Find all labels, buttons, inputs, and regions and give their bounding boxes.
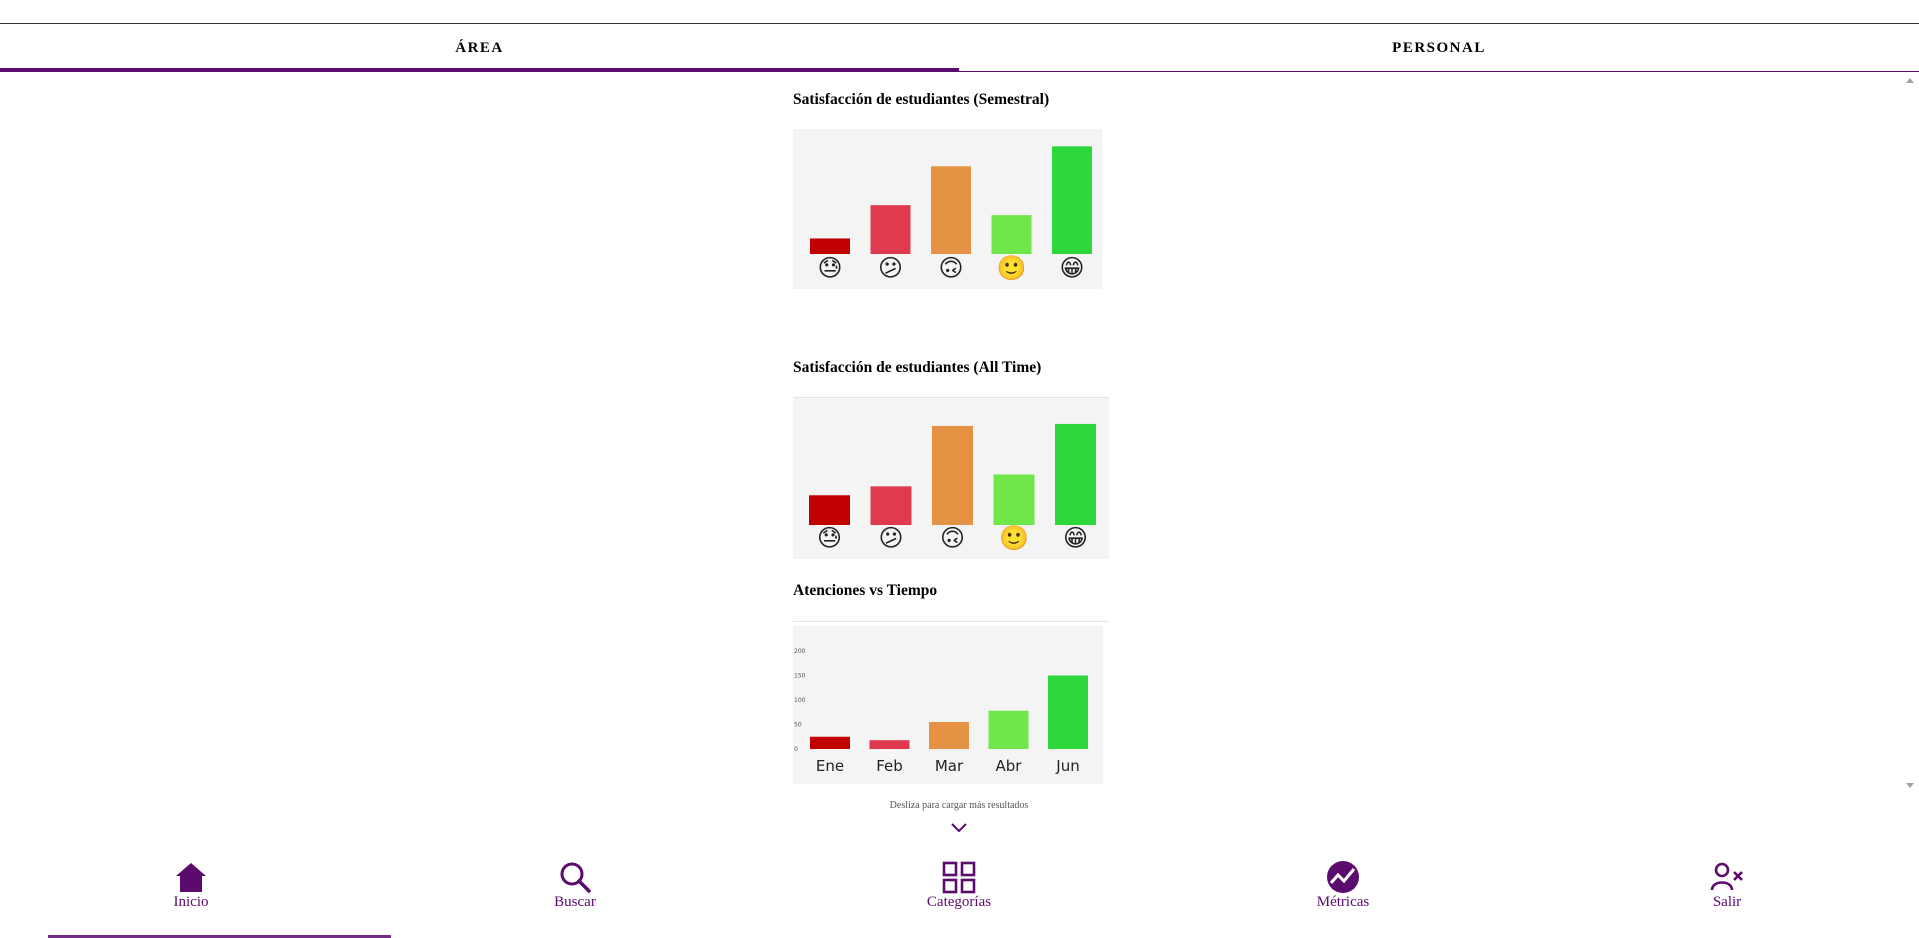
chart-bar: [810, 736, 850, 749]
active-tab-indicator: [0, 68, 959, 72]
nav-inicio[interactable]: Inicio: [116, 860, 266, 911]
emoji-category-label: 😁: [1059, 254, 1084, 282]
tab-bar: ÁREA PERSONAL: [0, 24, 1919, 73]
chart-semestral-svg: 😓 😕 🙃 🙂 😁: [810, 146, 1092, 282]
chevron-down-icon[interactable]: [950, 822, 968, 834]
chart-bar: [810, 238, 850, 254]
emoji-category-label: 😓: [817, 254, 842, 282]
y-tick-label: 200: [794, 648, 806, 655]
x-tick-label: Jun: [1055, 757, 1079, 775]
scroll-down-arrow-icon[interactable]: [1906, 783, 1914, 788]
chart-bar: [929, 722, 969, 749]
chart-bar: [869, 740, 910, 749]
emoji-category-label: 😕: [878, 254, 903, 282]
scrollbar[interactable]: [1902, 74, 1919, 792]
x-tick-label: Feb: [876, 757, 903, 775]
chart-top-divider-2: [793, 621, 1109, 622]
bottom-nav: Inicio Buscar Categorías Métricas Salir: [0, 860, 1919, 938]
nav-label-metricas: Métricas: [1316, 894, 1370, 910]
tab-personal[interactable]: PERSONAL: [959, 24, 1919, 72]
chart-atenciones: 0 50 100 150 200 Ene Feb Mar Abr Jun: [793, 626, 1103, 784]
nav-label-categorias: Categorías: [926, 894, 992, 910]
chart-semestral: 😓 😕 🙃 🙂 😁: [793, 129, 1102, 289]
nav-salir[interactable]: Salir: [1652, 860, 1802, 911]
tab-area[interactable]: ÁREA: [0, 24, 959, 72]
emoji-category-label: 🙃: [938, 254, 963, 282]
y-tick-label: 0: [794, 746, 798, 753]
section-title-all-time: Satisfacción de estudiantes (All Time): [793, 359, 1042, 376]
y-tick-label: 150: [794, 673, 806, 680]
tab-divider: [959, 71, 1919, 72]
x-tick-label: Ene: [816, 757, 844, 775]
chart-bar: [931, 166, 971, 254]
nav-metricas[interactable]: Métricas: [1268, 860, 1418, 911]
chart-all-time-svg: 😓 😕 🙃 🙂 😁: [809, 423, 1096, 552]
y-tick-label: 100: [794, 697, 806, 704]
chart-bar: [1055, 423, 1096, 525]
chart-bar: [991, 215, 1032, 254]
y-tick-label: 50: [794, 722, 802, 729]
x-tick-label: Abr: [996, 757, 1023, 775]
section-title-atenciones: Atenciones vs Tiempo: [793, 582, 938, 599]
chart-bar: [809, 495, 850, 525]
emoji-category-label: 😁: [1063, 524, 1088, 552]
metrics-icon: [1327, 861, 1359, 893]
nav-categorias[interactable]: Categorías: [884, 860, 1034, 911]
emoji-category-label: 😓: [817, 524, 842, 552]
emoji-category-label: 😕: [878, 524, 903, 552]
home-icon: [176, 863, 206, 892]
emoji-category-label: 🙂: [999, 524, 1029, 552]
x-tick-label: Mar: [935, 757, 964, 775]
chart-bar: [932, 425, 973, 525]
chart-atenciones-svg: 0 50 100 150 200 Ene Feb Mar Abr Jun: [794, 648, 1088, 775]
nav-label-inicio: Inicio: [173, 894, 209, 910]
scroll-up-arrow-icon[interactable]: [1906, 78, 1914, 83]
chart-bar: [1048, 675, 1088, 749]
emoji-category-label: 🙃: [940, 524, 965, 552]
load-more-hint: Desliza para cargar más resultados: [889, 800, 1029, 811]
chart-bar: [993, 474, 1035, 525]
grid-icon: [942, 861, 976, 894]
chart-bar: [870, 486, 912, 525]
user-remove-icon: [1710, 862, 1743, 891]
nav-label-buscar: Buscar: [554, 894, 596, 910]
chart-bar: [988, 710, 1029, 749]
chart-bar: [1052, 146, 1092, 254]
chart-bar: [870, 205, 911, 254]
section-title-semestral: Satisfacción de estudiantes (Semestral): [793, 91, 1050, 108]
nav-buscar[interactable]: Buscar: [500, 860, 650, 911]
chart-all-time: 😓 😕 🙃 🙂 😁: [793, 398, 1109, 559]
nav-label-salir: Salir: [1712, 894, 1742, 910]
emoji-category-label: 🙂: [997, 254, 1027, 282]
search-icon: [560, 862, 591, 893]
